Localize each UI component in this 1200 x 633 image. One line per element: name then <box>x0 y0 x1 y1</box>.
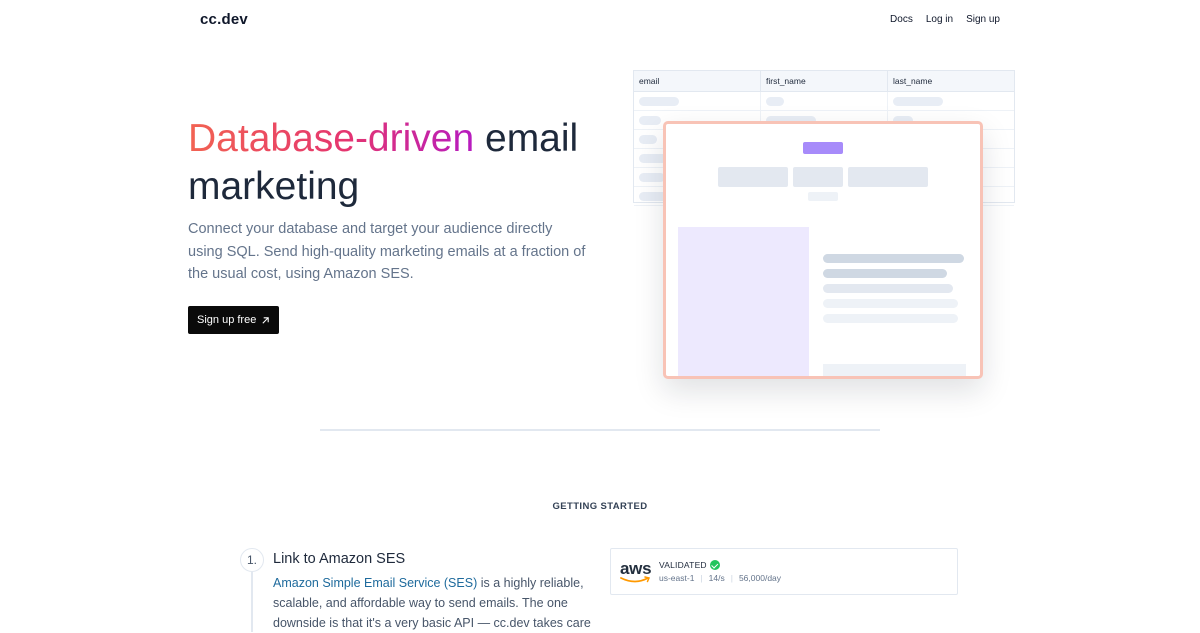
meta-separator: | <box>730 573 733 583</box>
top-nav: Docs Log in Sign up <box>890 14 1000 25</box>
ses-meta: us-east-1 | 14/s | 56,000/day <box>659 573 781 583</box>
arrow-up-right-icon <box>262 316 270 324</box>
aws-smile-icon <box>620 576 651 583</box>
ses-quota: 56,000/day <box>738 573 782 583</box>
email-preview-illustration <box>663 121 983 379</box>
column-header-last-name: last_name <box>893 76 933 86</box>
step-number: 1. <box>240 548 264 572</box>
nav-signup-link[interactable]: Sign up <box>966 14 1000 25</box>
hero-description: Connect your database and target your au… <box>188 221 586 282</box>
meta-separator: | <box>700 573 703 583</box>
column-header-email: email <box>634 71 761 91</box>
email-text-line <box>823 254 964 263</box>
nav-login-link[interactable]: Log in <box>926 14 953 25</box>
validated-label: VALIDATED <box>659 560 707 570</box>
email-text-line <box>823 314 958 323</box>
email-header-block <box>848 167 928 187</box>
hero-title: Database-driven email marketing <box>188 115 608 211</box>
ses-status-card: aws VALIDATED us-east-1 | 14/s | 56,000/… <box>610 548 958 595</box>
email-text-line <box>823 284 953 293</box>
ses-rate: 14/s <box>708 573 725 583</box>
section-divider <box>320 429 880 431</box>
email-header-block <box>793 167 843 187</box>
email-text-line <box>823 299 958 308</box>
email-subheader-block <box>808 192 838 201</box>
signup-free-button[interactable]: Sign up free <box>188 306 280 334</box>
step-description: Amazon Simple Email Service (SES) is a h… <box>273 573 595 633</box>
hero-title-highlight: Database-driven <box>188 117 475 160</box>
ses-link[interactable]: Amazon Simple Email Service (SES) <box>273 576 477 590</box>
nav-docs-link[interactable]: Docs <box>890 14 913 25</box>
step-connector <box>251 572 253 632</box>
email-badge <box>803 142 843 154</box>
ses-validation-status: VALIDATED <box>659 560 720 570</box>
getting-started-label: GETTING STARTED <box>552 501 648 512</box>
table-row <box>634 92 1014 111</box>
table-header: email first_name last_name <box>634 71 1014 92</box>
email-header-block <box>718 167 788 187</box>
email-footer-block <box>823 364 966 376</box>
column-header-first-name: first_name <box>761 71 888 91</box>
email-text-line <box>823 269 947 278</box>
email-image-block <box>678 227 809 376</box>
step-title: Link to Amazon SES <box>273 551 406 567</box>
aws-logo-text: aws <box>620 559 652 578</box>
check-circle-icon <box>709 560 720 570</box>
signup-free-label: Sign up free <box>197 314 257 326</box>
logo[interactable]: cc.dev <box>200 11 248 28</box>
ses-region: us-east-1 <box>659 573 695 583</box>
aws-logo-icon: aws <box>620 559 652 587</box>
